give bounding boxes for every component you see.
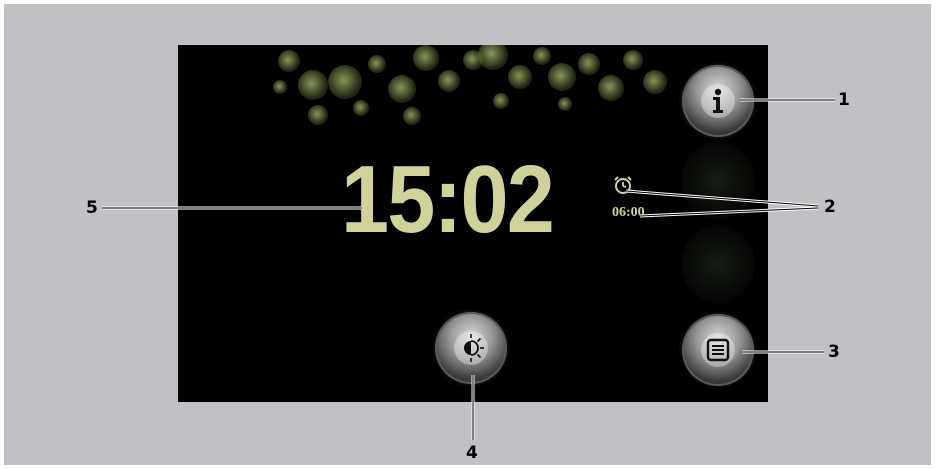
callout-1: 1 [838, 90, 850, 110]
callout-5: 5 [86, 198, 98, 218]
callout-lines [102, 98, 835, 440]
callout-2: 2 [824, 197, 836, 217]
callout-3: 3 [828, 342, 840, 362]
callout-4: 4 [466, 443, 478, 463]
